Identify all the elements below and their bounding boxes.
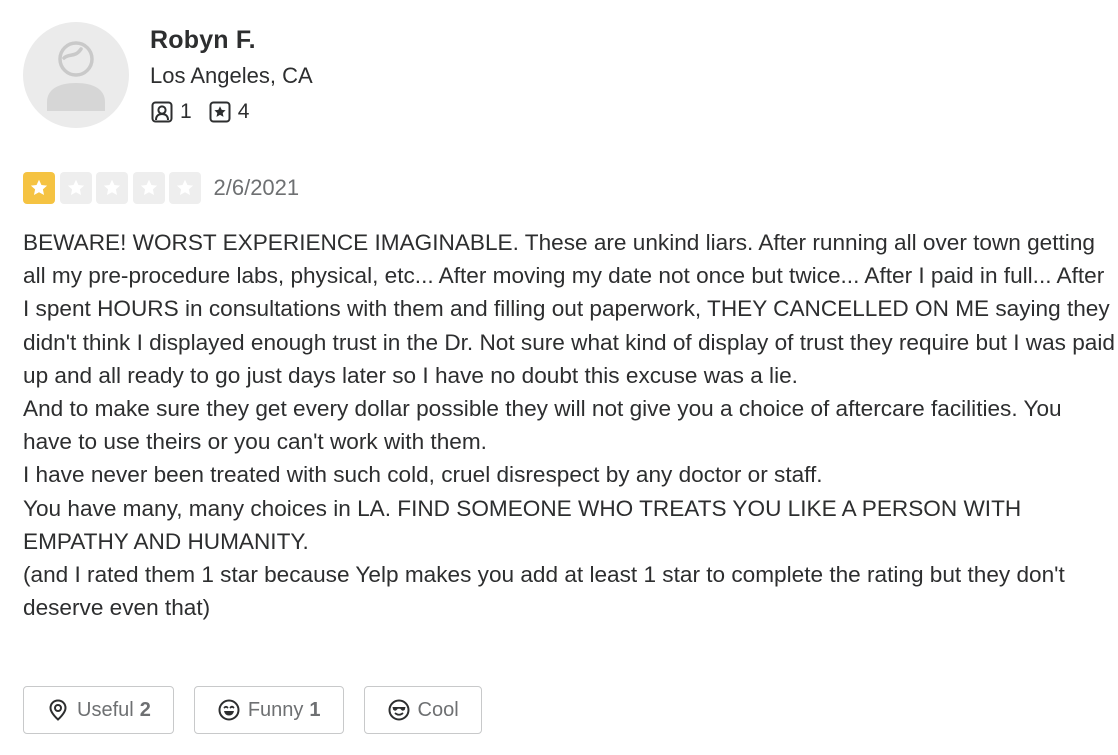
laughing-face-icon (217, 698, 241, 722)
star-icon (140, 179, 157, 195)
review-star-icon (208, 100, 232, 124)
review-paragraph: (and I rated them 1 star because Yelp ma… (23, 562, 1065, 621)
useful-label: Useful (77, 698, 134, 721)
star-icon (67, 179, 84, 195)
star-rating (23, 172, 206, 204)
review-paragraph: BEWARE! WORST EXPERIENCE IMAGINABLE. The… (23, 230, 1115, 388)
funny-count: 1 (309, 698, 321, 721)
funny-button[interactable]: Funny 1 (193, 686, 344, 734)
review-paragraph: I have never been treated with such cold… (23, 462, 823, 488)
useful-count: 2 (139, 698, 151, 721)
friends-icon (150, 100, 174, 124)
user-name[interactable]: Robyn F. (150, 24, 313, 56)
star-icon (30, 179, 48, 195)
funny-label: Funny (247, 698, 304, 721)
user-info: Robyn F. Los Angeles, CA 1 4 (150, 24, 313, 124)
reviews-count: 4 (237, 100, 250, 123)
user-location: Los Angeles, CA (150, 63, 313, 88)
star-filled (23, 172, 55, 204)
cool-label: Cool (417, 698, 459, 721)
star-empty (96, 172, 128, 204)
cool-button[interactable]: Cool (363, 686, 482, 734)
review-card: Robyn F. Los Angeles, CA 1 4 2/6/2021 BE… (23, 22, 1115, 734)
avatar[interactable] (23, 22, 129, 128)
user-stats: 1 4 (150, 100, 313, 124)
star-empty (132, 172, 165, 204)
star-icon (176, 179, 194, 195)
default-user-avatar-icon (47, 41, 105, 111)
review-date: 2/6/2021 (213, 175, 300, 200)
rating-row: 2/6/2021 (23, 172, 299, 204)
reviews-stat: 4 (208, 100, 250, 124)
review-text: BEWARE! WORST EXPERIENCE IMAGINABLE. The… (23, 226, 1115, 624)
star-icon (103, 179, 121, 195)
useful-button[interactable]: Useful 2 (23, 686, 174, 734)
review-actions: Useful 2 Funny 1 Cool (23, 686, 502, 734)
star-empty (169, 172, 201, 204)
star-empty (59, 172, 92, 204)
sunglasses-face-icon (387, 698, 411, 722)
review-paragraph: You have many, many choices in LA. FIND … (23, 495, 1022, 554)
review-paragraph: And to make sure they get every dollar p… (23, 396, 1062, 455)
lightbulb-icon (46, 698, 70, 722)
friends-stat: 1 (150, 100, 192, 124)
user-passport: Robyn F. Los Angeles, CA 1 4 (23, 22, 1113, 137)
friends-count: 1 (180, 100, 192, 123)
